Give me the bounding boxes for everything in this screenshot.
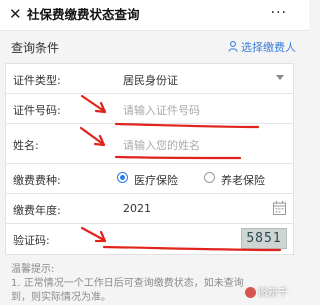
name-row: 姓名: 请输入您的姓名 [6, 124, 293, 164]
captcha-row: 验证码: 5851 [6, 224, 293, 254]
cert-type-row[interactable]: 证件类型: 居民身份证 [6, 64, 293, 94]
section-header: 查询条件 选择缴费人 [0, 31, 309, 61]
more-options-icon[interactable]: ··· [271, 4, 287, 22]
person-icon [228, 41, 238, 52]
year-input[interactable]: 2021 [123, 202, 151, 215]
calendar-icon[interactable] [273, 201, 286, 215]
close-icon[interactable]: ✕ [9, 4, 22, 24]
watermark: 微新千 [245, 284, 288, 299]
tips-title: 温馨提示: [11, 264, 55, 275]
name-label: 姓名: [13, 139, 39, 152]
year-label: 缴费年度: [13, 204, 61, 217]
name-input[interactable]: 请输入您的姓名 [123, 137, 200, 153]
medical-insurance-option[interactable]: 医疗保险 [134, 172, 178, 188]
medical-insurance-radio[interactable] [117, 172, 128, 183]
watermark-text: 微新千 [258, 288, 288, 299]
select-payer-label: 选择缴费人 [241, 41, 296, 54]
query-form: 证件类型: 居民身份证 证件号码: 请输入证件号码 姓名: 请输入您的姓名 缴费… [5, 63, 294, 255]
captcha-label: 验证码: [13, 234, 50, 247]
watermark-logo-icon [245, 287, 256, 298]
section-title: 查询条件 [11, 41, 60, 55]
cert-no-label: 证件号码: [13, 104, 61, 117]
cert-type-select[interactable]: 居民身份证 [123, 72, 178, 88]
dropdown-arrow-icon[interactable] [276, 75, 284, 80]
fee-type-row: 缴费费种: 医疗保险 养老保险 [6, 164, 293, 194]
pension-insurance-option[interactable]: 养老保险 [221, 172, 265, 188]
cert-no-row: 证件号码: 请输入证件号码 [6, 94, 293, 124]
fee-type-label: 缴费费种: [13, 174, 61, 187]
cert-no-input[interactable]: 请输入证件号码 [123, 102, 200, 118]
captcha-image[interactable]: 5851 [241, 228, 287, 249]
select-payer-link[interactable]: 选择缴费人 [228, 39, 296, 55]
page-title: 社保费缴费状态查询 [27, 7, 140, 22]
title-bar: ✕ 社保费缴费状态查询 ··· [0, 0, 309, 31]
pension-insurance-radio[interactable] [204, 172, 215, 183]
cert-type-label: 证件类型: [13, 74, 61, 87]
year-row: 缴费年度: 2021 [6, 194, 293, 224]
